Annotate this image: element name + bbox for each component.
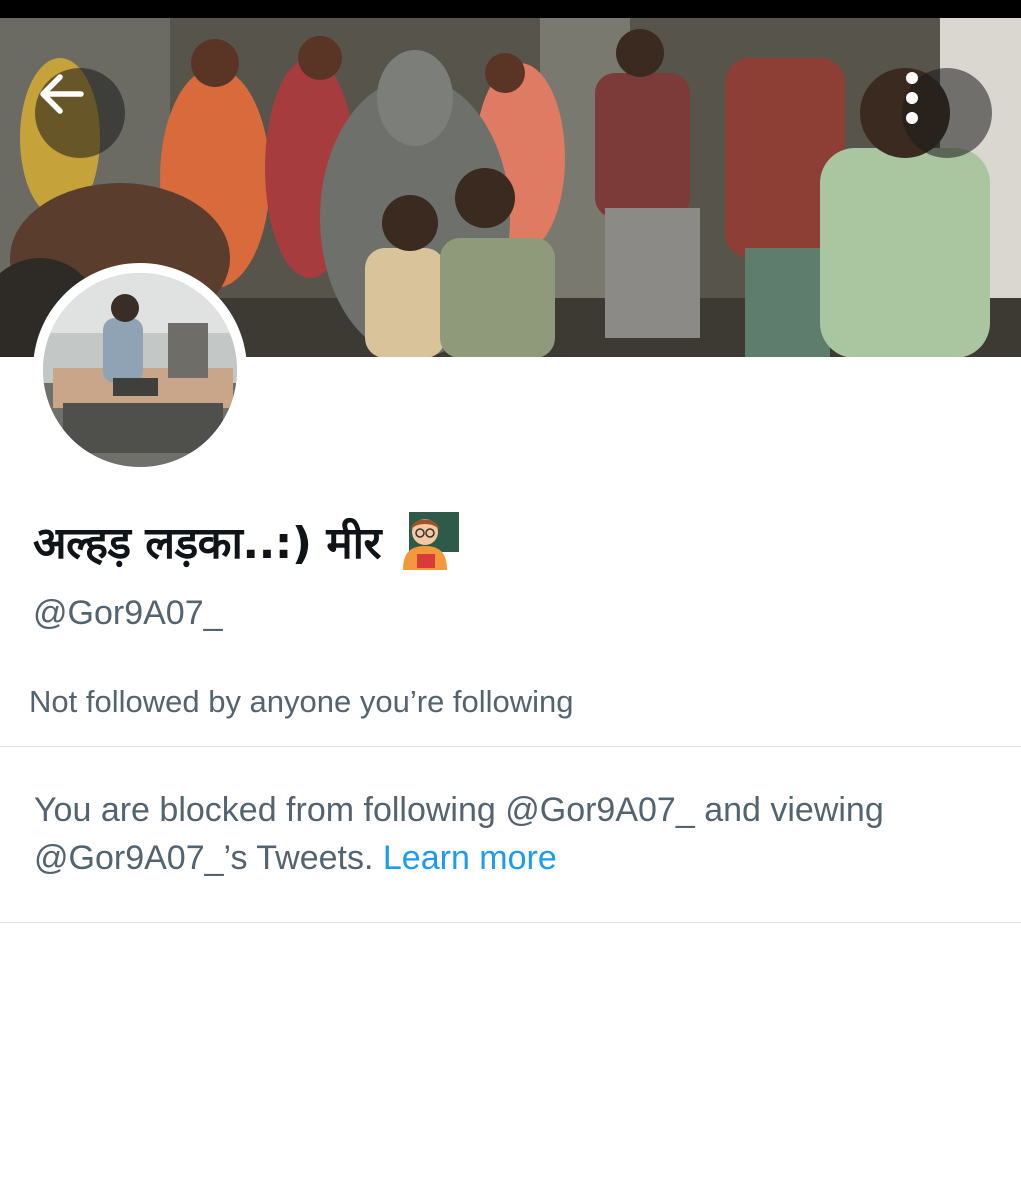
learn-more-link[interactable]: Learn more [383,839,557,877]
user-handle: @Gor9A07_ [33,594,223,632]
avatar[interactable] [33,263,247,477]
status-bar [0,0,1021,18]
blocked-notice: You are blocked from following @Gor9A07_… [34,786,994,882]
more-vertical-icon [906,72,918,124]
more-options-button[interactable] [902,68,992,158]
divider [0,746,1021,747]
divider [0,922,1021,923]
arrow-left-icon [40,74,84,114]
display-name: अल्हड़ लड़का..:) मीर [33,506,461,576]
followers-you-know-note: Not followed by anyone you’re following [29,684,574,719]
blocked-notice-line2-row: @Gor9A07_’s Tweets. Learn more [34,834,994,882]
avatar-image [43,273,237,467]
blocked-notice-line1: You are blocked from following @Gor9A07_… [34,791,884,829]
display-name-text: अल्हड़ लड़का..:) मीर [33,518,382,569]
back-button[interactable] [35,68,125,158]
teacher-emoji-icon [395,508,461,574]
blocked-notice-line2: @Gor9A07_’s Tweets. [34,839,374,877]
